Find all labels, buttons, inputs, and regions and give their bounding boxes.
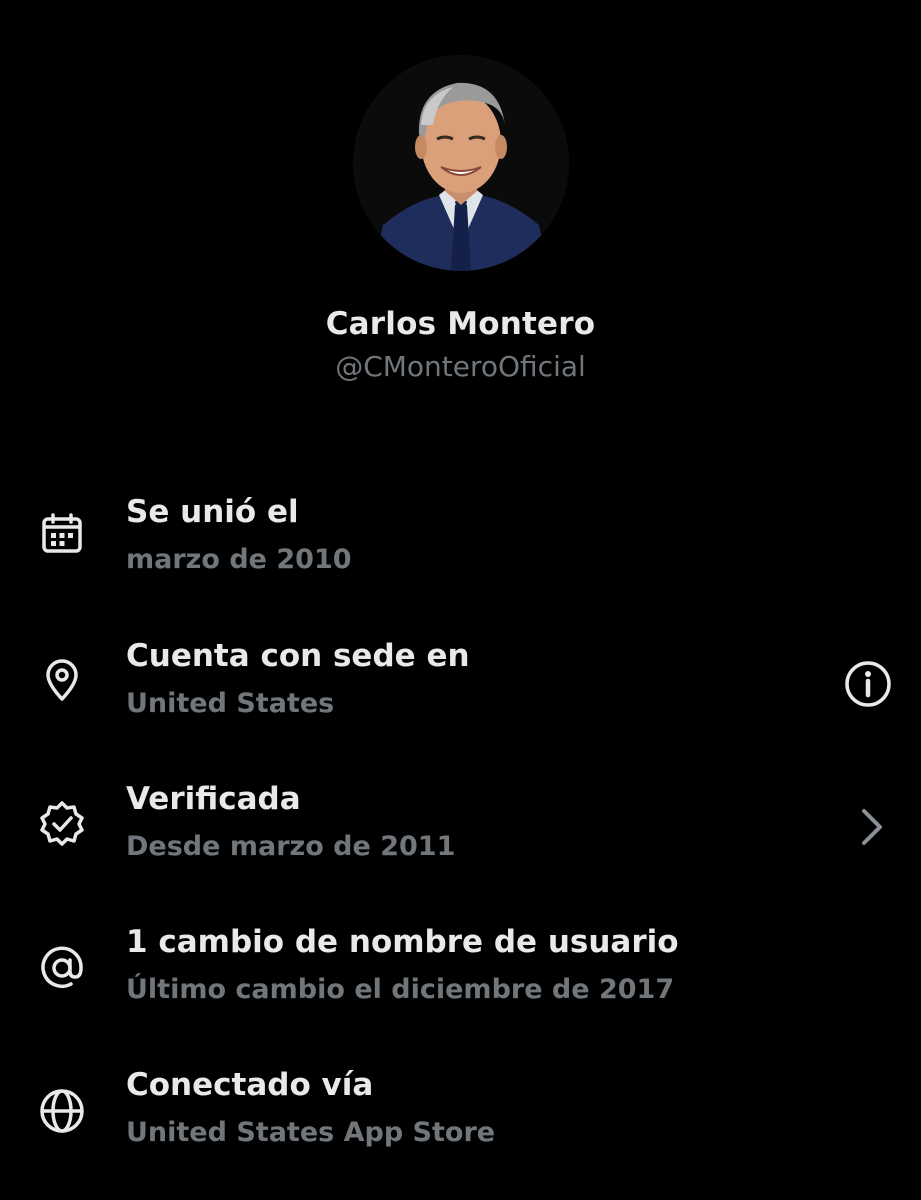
row-title: Se unió el — [126, 494, 299, 530]
globe-icon — [40, 1089, 84, 1133]
info-row-connected-via: Conectado vía United States App Store — [0, 1067, 921, 1177]
verified-badge-icon — [40, 801, 84, 846]
info-row-joined: Se unió el marzo de 2010 — [0, 494, 921, 604]
row-title: Conectado vía — [126, 1067, 374, 1103]
profile-handle: @CMonteroOficial — [335, 350, 586, 383]
row-subtitle: marzo de 2010 — [126, 544, 352, 575]
info-row-verified[interactable]: Verificada Desde marzo de 2011 — [0, 781, 921, 891]
calendar-icon — [42, 513, 82, 553]
row-subtitle: United States — [126, 688, 335, 719]
row-subtitle: Desde marzo de 2011 — [126, 831, 456, 862]
row-title: Cuenta con sede en — [126, 638, 470, 674]
row-subtitle: United States App Store — [126, 1117, 496, 1148]
profile-name: Carlos Montero — [325, 306, 596, 342]
row-title: 1 cambio de nombre de usuario — [126, 924, 679, 960]
info-row-username-changes: 1 cambio de nombre de usuario Último cam… — [0, 924, 921, 1034]
location-pin-icon — [46, 659, 78, 701]
at-sign-icon — [41, 946, 83, 988]
row-title: Verificada — [126, 781, 301, 817]
profile-avatar[interactable] — [353, 55, 569, 271]
info-icon[interactable] — [842, 658, 894, 710]
row-subtitle: Último cambio el diciembre de 2017 — [126, 974, 675, 1005]
info-row-location: Cuenta con sede en United States — [0, 638, 921, 748]
chevron-right-icon[interactable] — [846, 801, 898, 853]
